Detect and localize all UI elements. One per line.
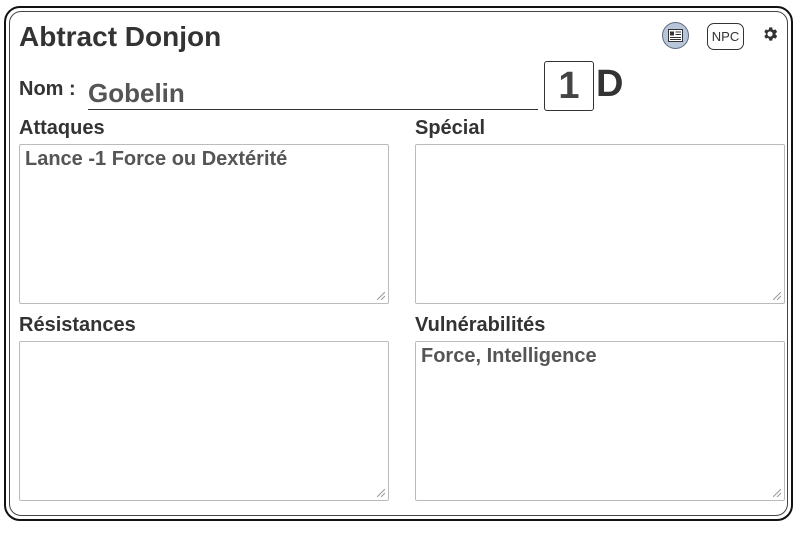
npc-button[interactable]: NPC — [707, 23, 744, 50]
resize-grip-icon[interactable] — [377, 489, 385, 497]
vulnerabilities-textarea[interactable]: Force, Intelligence — [415, 341, 785, 501]
name-input[interactable] — [88, 78, 538, 110]
attacks-textarea[interactable]: Lance -1 Force ou Dextérité — [19, 144, 389, 304]
sheet-view-button[interactable] — [662, 22, 689, 49]
level-input[interactable] — [544, 61, 594, 111]
name-label: Nom : — [19, 78, 76, 100]
vulnerabilities-label: Vulnérabilités — [415, 314, 546, 336]
sheet-icon — [668, 29, 683, 42]
resize-grip-icon[interactable] — [773, 489, 781, 497]
special-label: Spécial — [415, 117, 486, 139]
level-suffix: D — [596, 63, 624, 105]
settings-button[interactable] — [758, 22, 782, 46]
special-textarea[interactable] — [415, 144, 785, 304]
sheet-title: Abtract Donjon — [19, 21, 222, 52]
resize-grip-icon[interactable] — [377, 292, 385, 300]
attacks-label: Attaques — [19, 117, 105, 139]
resistances-textarea[interactable] — [19, 341, 389, 501]
resistances-label: Résistances — [19, 314, 136, 336]
resize-grip-icon[interactable] — [773, 292, 781, 300]
gear-icon — [764, 27, 778, 41]
